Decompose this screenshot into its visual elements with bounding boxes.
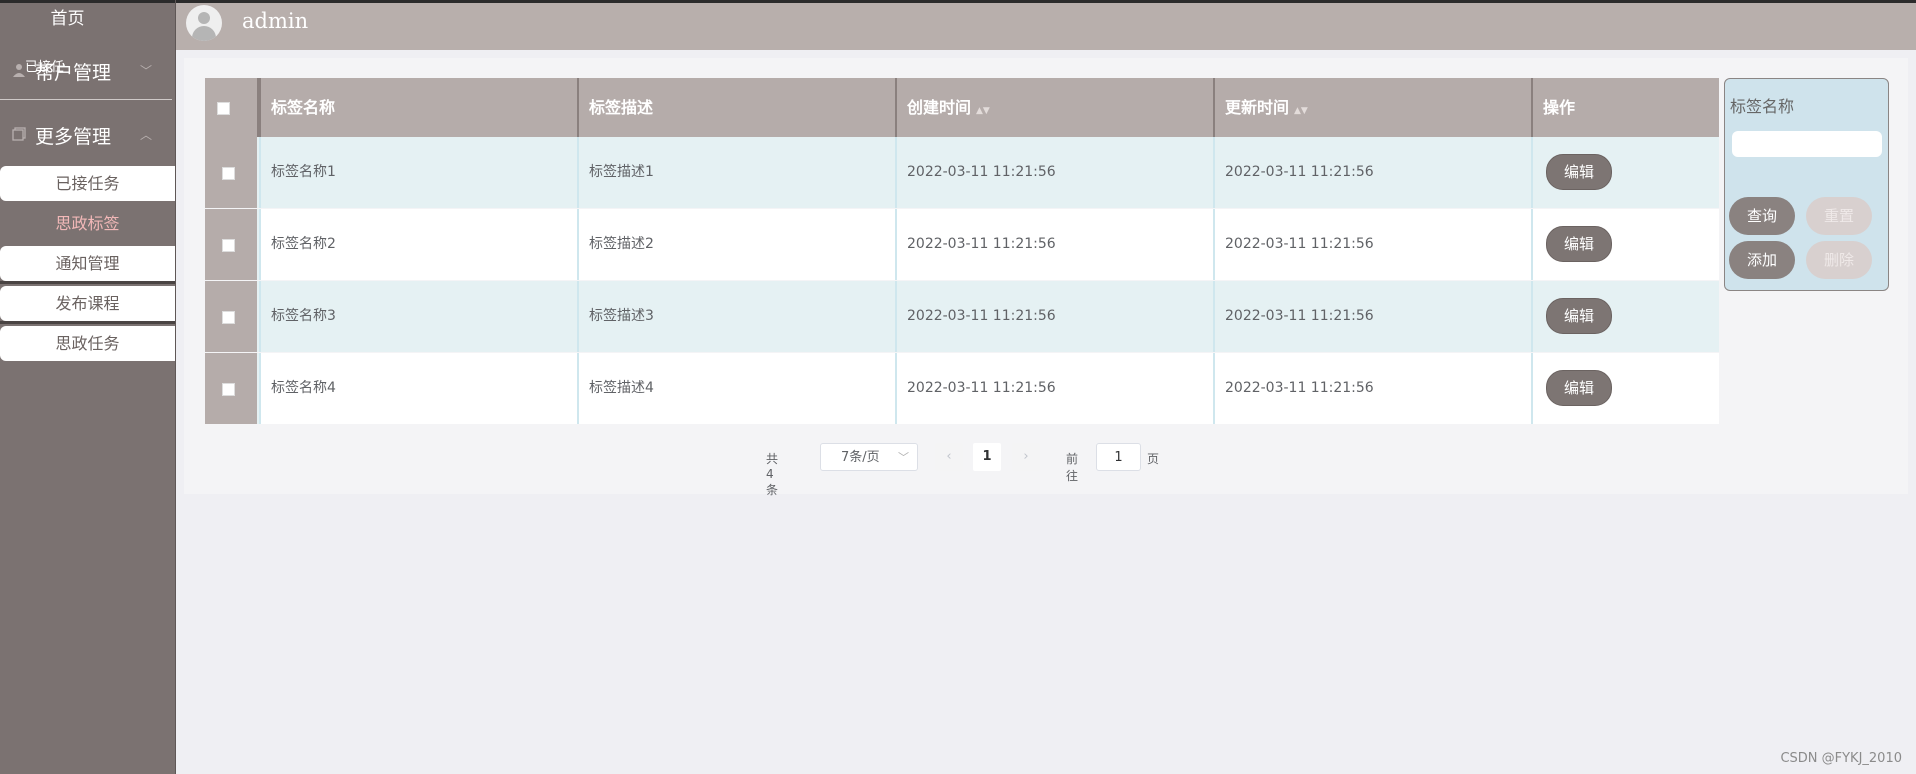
sidebar-item-home[interactable]: 首页 <box>0 4 135 34</box>
cell-created: 2022-03-11 11:21:56 <box>895 281 1213 352</box>
sidebar-top-line <box>0 0 175 3</box>
column-header-action: 操作 <box>1531 78 1719 137</box>
copy-icon <box>12 127 26 141</box>
table-row: 标签名称4 标签描述4 2022-03-11 11:21:56 2022-03-… <box>205 353 1719 424</box>
prev-page-button[interactable]: ‹ <box>935 443 963 471</box>
sidebar-item-publish-course[interactable]: 发布课程 <box>0 286 175 324</box>
sidebar-item-notifications[interactable]: 通知管理 <box>0 246 175 284</box>
edit-button[interactable]: 编辑 <box>1546 370 1612 406</box>
sidebar-menu-more[interactable]: 更多管理 ︿ <box>0 108 175 164</box>
row-checkbox[interactable] <box>222 167 235 180</box>
avatar-body <box>192 26 216 41</box>
avatar[interactable] <box>186 5 222 41</box>
watermark: CSDN @FYKJ_2010 <box>1780 751 1902 766</box>
current-page[interactable]: 1 <box>973 443 1001 471</box>
edit-button[interactable]: 编辑 <box>1546 298 1612 334</box>
sidebar-item-separator <box>0 281 175 284</box>
row-select-cell <box>205 209 259 280</box>
cell-name: 标签名称2 <box>259 209 577 280</box>
page-suffix: 页 <box>1147 452 1160 466</box>
chevron-down-icon: ﹀ <box>140 64 153 78</box>
sidebar-item-label: 思政标签 <box>55 214 120 233</box>
next-page-button[interactable]: › <box>1012 443 1040 471</box>
chevron-up-icon: ︿ <box>140 128 153 142</box>
page-size-value: 7条/页 <box>841 450 880 465</box>
column-header-name: 标签名称 <box>259 78 577 137</box>
search-label: 标签名称 <box>1730 97 1795 116</box>
delete-button[interactable]: 删除 <box>1806 241 1872 279</box>
cell-created: 2022-03-11 11:21:56 <box>895 209 1213 280</box>
cell-updated: 2022-03-11 11:21:56 <box>1213 137 1531 208</box>
chevron-down-icon: ﹀ <box>898 451 909 464</box>
cell-desc: 标签描述4 <box>577 353 895 424</box>
username: admin <box>242 9 309 33</box>
table-row: 标签名称3 标签描述3 2022-03-11 11:21:56 2022-03-… <box>205 281 1719 352</box>
sidebar-item-label: 通知管理 <box>55 254 120 273</box>
cell-desc: 标签描述3 <box>577 281 895 352</box>
cell-desc: 标签描述2 <box>577 209 895 280</box>
column-header-updated[interactable]: 更新时间 ▲▼ <box>1213 78 1531 137</box>
sidebar-overlap-text: 已接任 <box>25 60 65 75</box>
goto-page-input[interactable]: 1 <box>1096 443 1141 471</box>
sidebar-item-label: 思政任务 <box>55 334 120 353</box>
cell-name: 标签名称1 <box>259 137 577 208</box>
table-row: 标签名称2 标签描述2 2022-03-11 11:21:56 2022-03-… <box>205 209 1719 280</box>
row-checkbox[interactable] <box>222 239 235 252</box>
add-button[interactable]: 添加 <box>1729 241 1795 279</box>
cell-updated: 2022-03-11 11:21:56 <box>1213 209 1531 280</box>
sidebar-item-tasks[interactable]: 思政任务 <box>0 326 175 361</box>
header-select-cell <box>205 78 259 137</box>
cell-updated: 2022-03-11 11:21:56 <box>1213 281 1531 352</box>
table-row: 标签名称1 标签描述1 2022-03-11 11:21:56 2022-03-… <box>205 137 1719 208</box>
cell-name: 标签名称3 <box>259 281 577 352</box>
goto-label: 前往 <box>1066 452 1079 483</box>
cell-name: 标签名称4 <box>259 353 577 424</box>
cell-created: 2022-03-11 11:21:56 <box>895 137 1213 208</box>
sidebar-item-tags[interactable]: 思政标签 <box>0 206 175 241</box>
edit-button[interactable]: 编辑 <box>1546 226 1612 262</box>
sidebar-item-accepted-tasks[interactable]: 已接任务 <box>0 166 175 201</box>
top-header: admin <box>176 0 1916 50</box>
row-checkbox[interactable] <box>222 383 235 396</box>
row-select-cell <box>205 353 259 424</box>
search-panel: 标签名称 查询 重置 添加 删除 <box>1724 78 1889 291</box>
sidebar: 首页 帮户管理 ﹀ 已接任 更多管理 ︿ 已接任务 思政标签 通知管理 发布课程… <box>0 0 176 774</box>
row-checkbox[interactable] <box>222 311 235 324</box>
cell-created: 2022-03-11 11:21:56 <box>895 353 1213 424</box>
sidebar-item-label: 已接任务 <box>55 174 120 193</box>
reset-button[interactable]: 重置 <box>1806 197 1872 235</box>
cell-desc: 标签描述1 <box>577 137 895 208</box>
page-size-select[interactable]: 7条/页 ﹀ <box>820 443 918 471</box>
sidebar-divider <box>0 99 172 100</box>
edit-button[interactable]: 编辑 <box>1546 154 1612 190</box>
sort-icon[interactable]: ▲▼ <box>976 106 990 116</box>
table-header: 标签名称 标签描述 创建时间 ▲▼ 更新时间 ▲▼ 操作 <box>205 78 1719 137</box>
sidebar-item-separator <box>0 321 175 324</box>
tag-name-input[interactable] <box>1732 131 1882 157</box>
user-icon <box>13 64 25 77</box>
pagination-total: 共 4 条 <box>766 452 779 497</box>
column-header-created[interactable]: 创建时间 ▲▼ <box>895 78 1213 137</box>
query-button[interactable]: 查询 <box>1729 197 1795 235</box>
sort-icon[interactable]: ▲▼ <box>1294 106 1308 116</box>
avatar-head <box>198 12 210 24</box>
column-header-desc: 标签描述 <box>577 78 895 137</box>
row-select-cell <box>205 137 259 208</box>
row-select-cell <box>205 281 259 352</box>
select-all-checkbox[interactable] <box>217 102 230 115</box>
sidebar-menu-more-label: 更多管理 <box>35 126 112 148</box>
sidebar-item-label: 发布课程 <box>55 294 120 313</box>
cell-updated: 2022-03-11 11:21:56 <box>1213 353 1531 424</box>
